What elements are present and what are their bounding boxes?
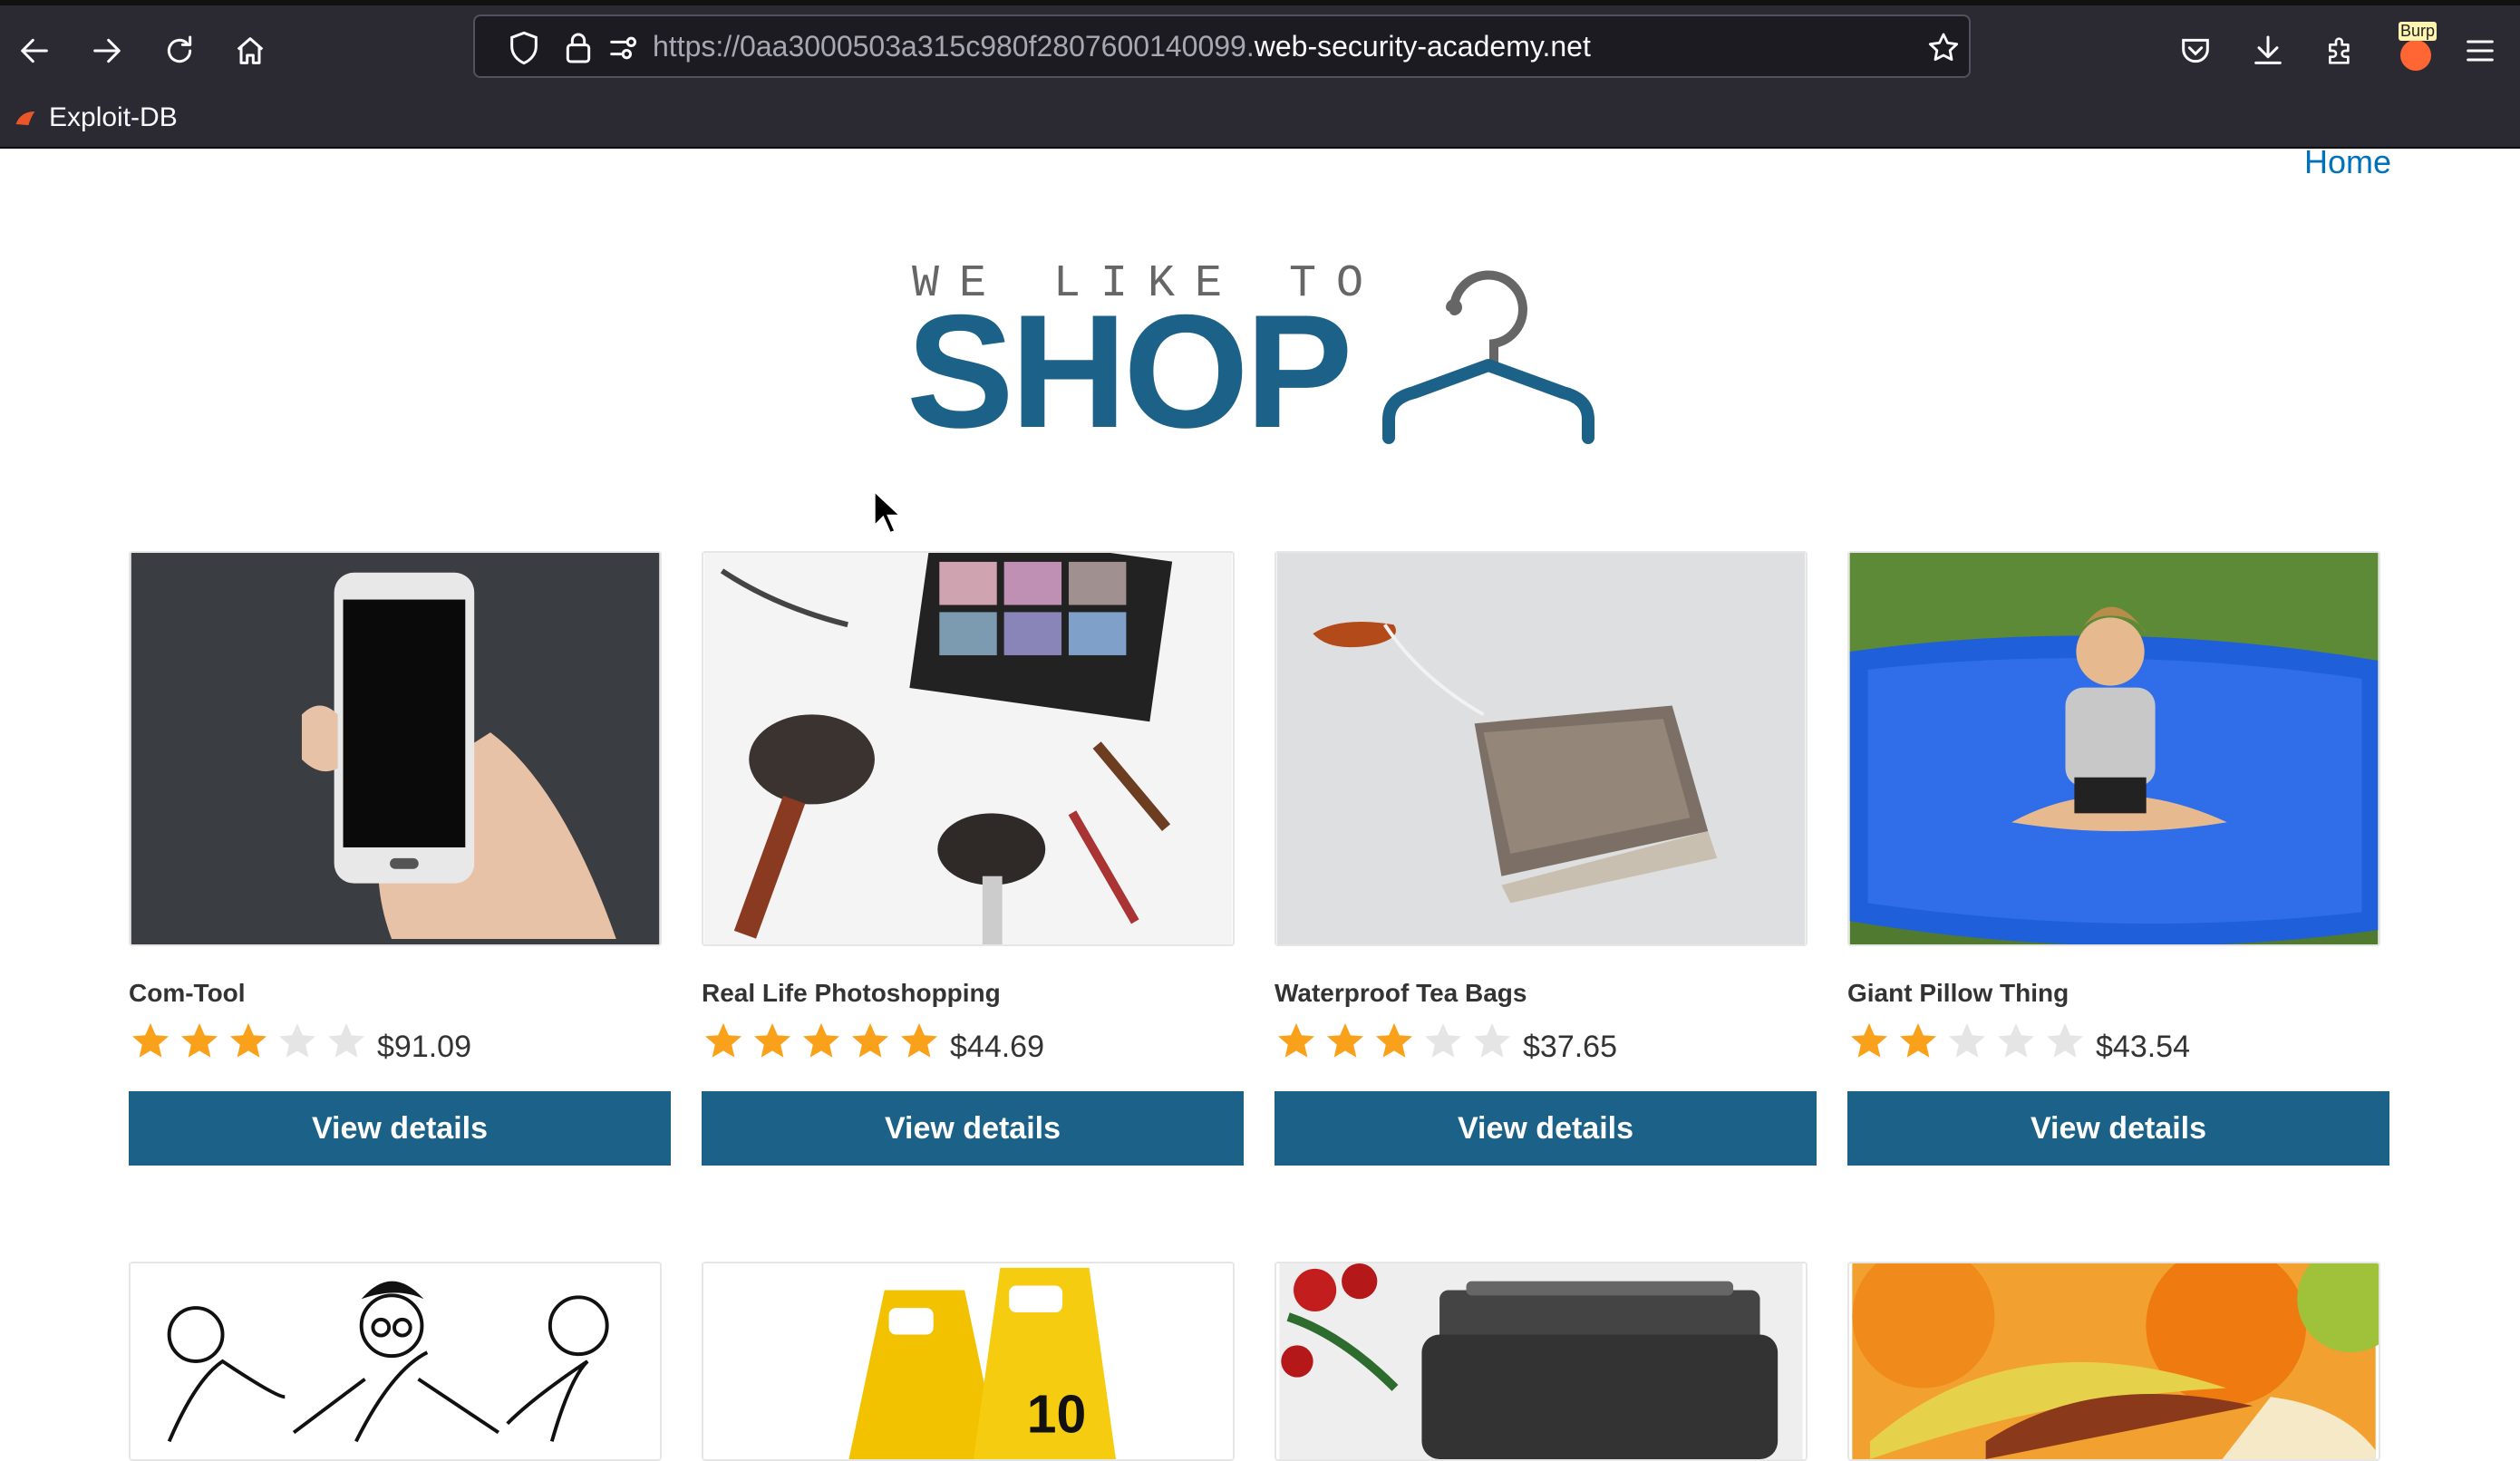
product-image[interactable] xyxy=(129,551,662,946)
product-image[interactable] xyxy=(1275,551,1808,946)
star-filled-icon xyxy=(181,1023,218,1058)
product-price: $43.54 xyxy=(2096,1030,2190,1064)
svg-text:10: 10 xyxy=(1027,1386,1087,1445)
star-filled-icon xyxy=(1900,1023,1936,1058)
fruit-image xyxy=(1852,1263,2379,1459)
burp-extension-button[interactable]: Burp xyxy=(2393,22,2440,71)
star-rating xyxy=(702,1019,941,1064)
home-link[interactable]: Home xyxy=(2304,143,2391,181)
star-filled-icon xyxy=(901,1023,937,1058)
reload-icon xyxy=(167,35,192,63)
shop-logo: WE LIKE TO SHOP xyxy=(906,258,1614,461)
product-name: Com-Tool xyxy=(129,979,246,1007)
product-name: Giant Pillow Thing xyxy=(1847,979,2069,1007)
exploit-db-favicon-icon xyxy=(15,111,35,126)
star-empty-icon xyxy=(1474,1023,1510,1058)
product-name: Real Life Photoshopping xyxy=(702,979,1001,1007)
puzzle-icon xyxy=(2329,37,2350,64)
cartoon-people-image xyxy=(133,1263,657,1459)
home-icon xyxy=(237,37,264,64)
makeup-brushes-image xyxy=(703,553,1233,944)
wet-floor-signs-image: 10 xyxy=(706,1263,1230,1459)
hanger-icon xyxy=(1382,270,1594,444)
forward-button[interactable] xyxy=(80,24,134,78)
star-empty-icon xyxy=(279,1023,315,1058)
browser-toolbar: https://0aa3000503a315c980f2807600140099… xyxy=(0,5,2520,89)
product-price: $91.09 xyxy=(377,1030,471,1064)
star-filled-icon xyxy=(1376,1023,1412,1058)
product-image[interactable] xyxy=(129,1262,662,1461)
url-text[interactable]: https://0aa3000503a315c980f2807600140099… xyxy=(653,16,1591,76)
star-filled-icon xyxy=(705,1023,741,1058)
star-filled-icon xyxy=(852,1023,888,1058)
product-image[interactable] xyxy=(1847,551,2380,946)
pocket-button[interactable] xyxy=(2168,24,2223,78)
view-details-button[interactable]: View details xyxy=(702,1091,1244,1166)
back-button[interactable] xyxy=(7,24,62,78)
bookmark-star-icon[interactable] xyxy=(1925,30,1962,66)
product-image[interactable]: 10 xyxy=(702,1262,1235,1461)
hamburger-menu-icon xyxy=(2467,40,2494,62)
star-filled-icon xyxy=(754,1023,790,1058)
star-empty-icon xyxy=(1949,1023,1985,1058)
giant-pillow-image xyxy=(1849,553,2379,944)
burp-badge: Burp xyxy=(2399,22,2438,41)
downloads-button[interactable] xyxy=(2241,24,2295,78)
bookmark-exploit-db[interactable]: Exploit-DB xyxy=(13,98,178,138)
arrow-right-icon xyxy=(93,38,121,63)
star-filled-icon xyxy=(132,1023,169,1058)
url-domain: web-security-academy.net xyxy=(1254,30,1591,63)
product-image[interactable] xyxy=(1847,1262,2380,1461)
star-filled-icon xyxy=(1278,1023,1314,1058)
view-details-button[interactable]: View details xyxy=(1275,1091,1817,1166)
view-details-button[interactable]: View details xyxy=(129,1091,671,1166)
star-empty-icon xyxy=(2047,1023,2083,1058)
lock-icon[interactable] xyxy=(560,30,596,66)
url-prefix: https://0aa3000503a315c980f2807600140099… xyxy=(653,30,1255,63)
address-bar[interactable]: https://0aa3000503a315c980f2807600140099… xyxy=(473,15,1971,78)
phone-in-hand-image xyxy=(131,553,660,944)
star-rating xyxy=(1847,1019,2087,1064)
bookmark-label: Exploit-DB xyxy=(49,102,178,132)
mouse-cursor-icon xyxy=(873,489,901,535)
download-icon xyxy=(2254,35,2282,64)
product-price: $44.69 xyxy=(950,1030,1044,1064)
star-rating xyxy=(1275,1019,1514,1064)
reload-button[interactable] xyxy=(152,24,207,78)
star-rating xyxy=(129,1019,368,1064)
product-image[interactable] xyxy=(702,551,1235,946)
star-filled-icon xyxy=(1327,1023,1363,1058)
star-empty-icon xyxy=(328,1023,364,1058)
pocket-icon xyxy=(2182,38,2209,63)
arrow-left-icon xyxy=(21,38,48,63)
menu-button[interactable] xyxy=(2453,24,2507,78)
product-price: $37.65 xyxy=(1523,1030,1617,1064)
star-filled-icon xyxy=(803,1023,839,1058)
home-button[interactable] xyxy=(223,24,277,78)
shield-icon[interactable] xyxy=(506,30,542,66)
star-filled-icon xyxy=(230,1023,267,1058)
star-filled-icon xyxy=(1851,1023,1887,1058)
product-image[interactable] xyxy=(1275,1262,1808,1461)
bookmarks-toolbar: Exploit-DB xyxy=(0,89,2520,149)
typewriter-image xyxy=(1279,1263,1803,1459)
star-empty-icon xyxy=(1998,1023,2034,1058)
permissions-icon[interactable] xyxy=(606,30,642,66)
tea-bag-image xyxy=(1276,553,1806,944)
product-name: Waterproof Tea Bags xyxy=(1275,979,1527,1007)
logo-word: SHOP xyxy=(906,281,1352,461)
view-details-button[interactable]: View details xyxy=(1847,1091,2389,1166)
star-empty-icon xyxy=(1425,1023,1461,1058)
burp-logo-icon xyxy=(2400,40,2431,71)
extensions-button[interactable] xyxy=(2313,24,2368,78)
